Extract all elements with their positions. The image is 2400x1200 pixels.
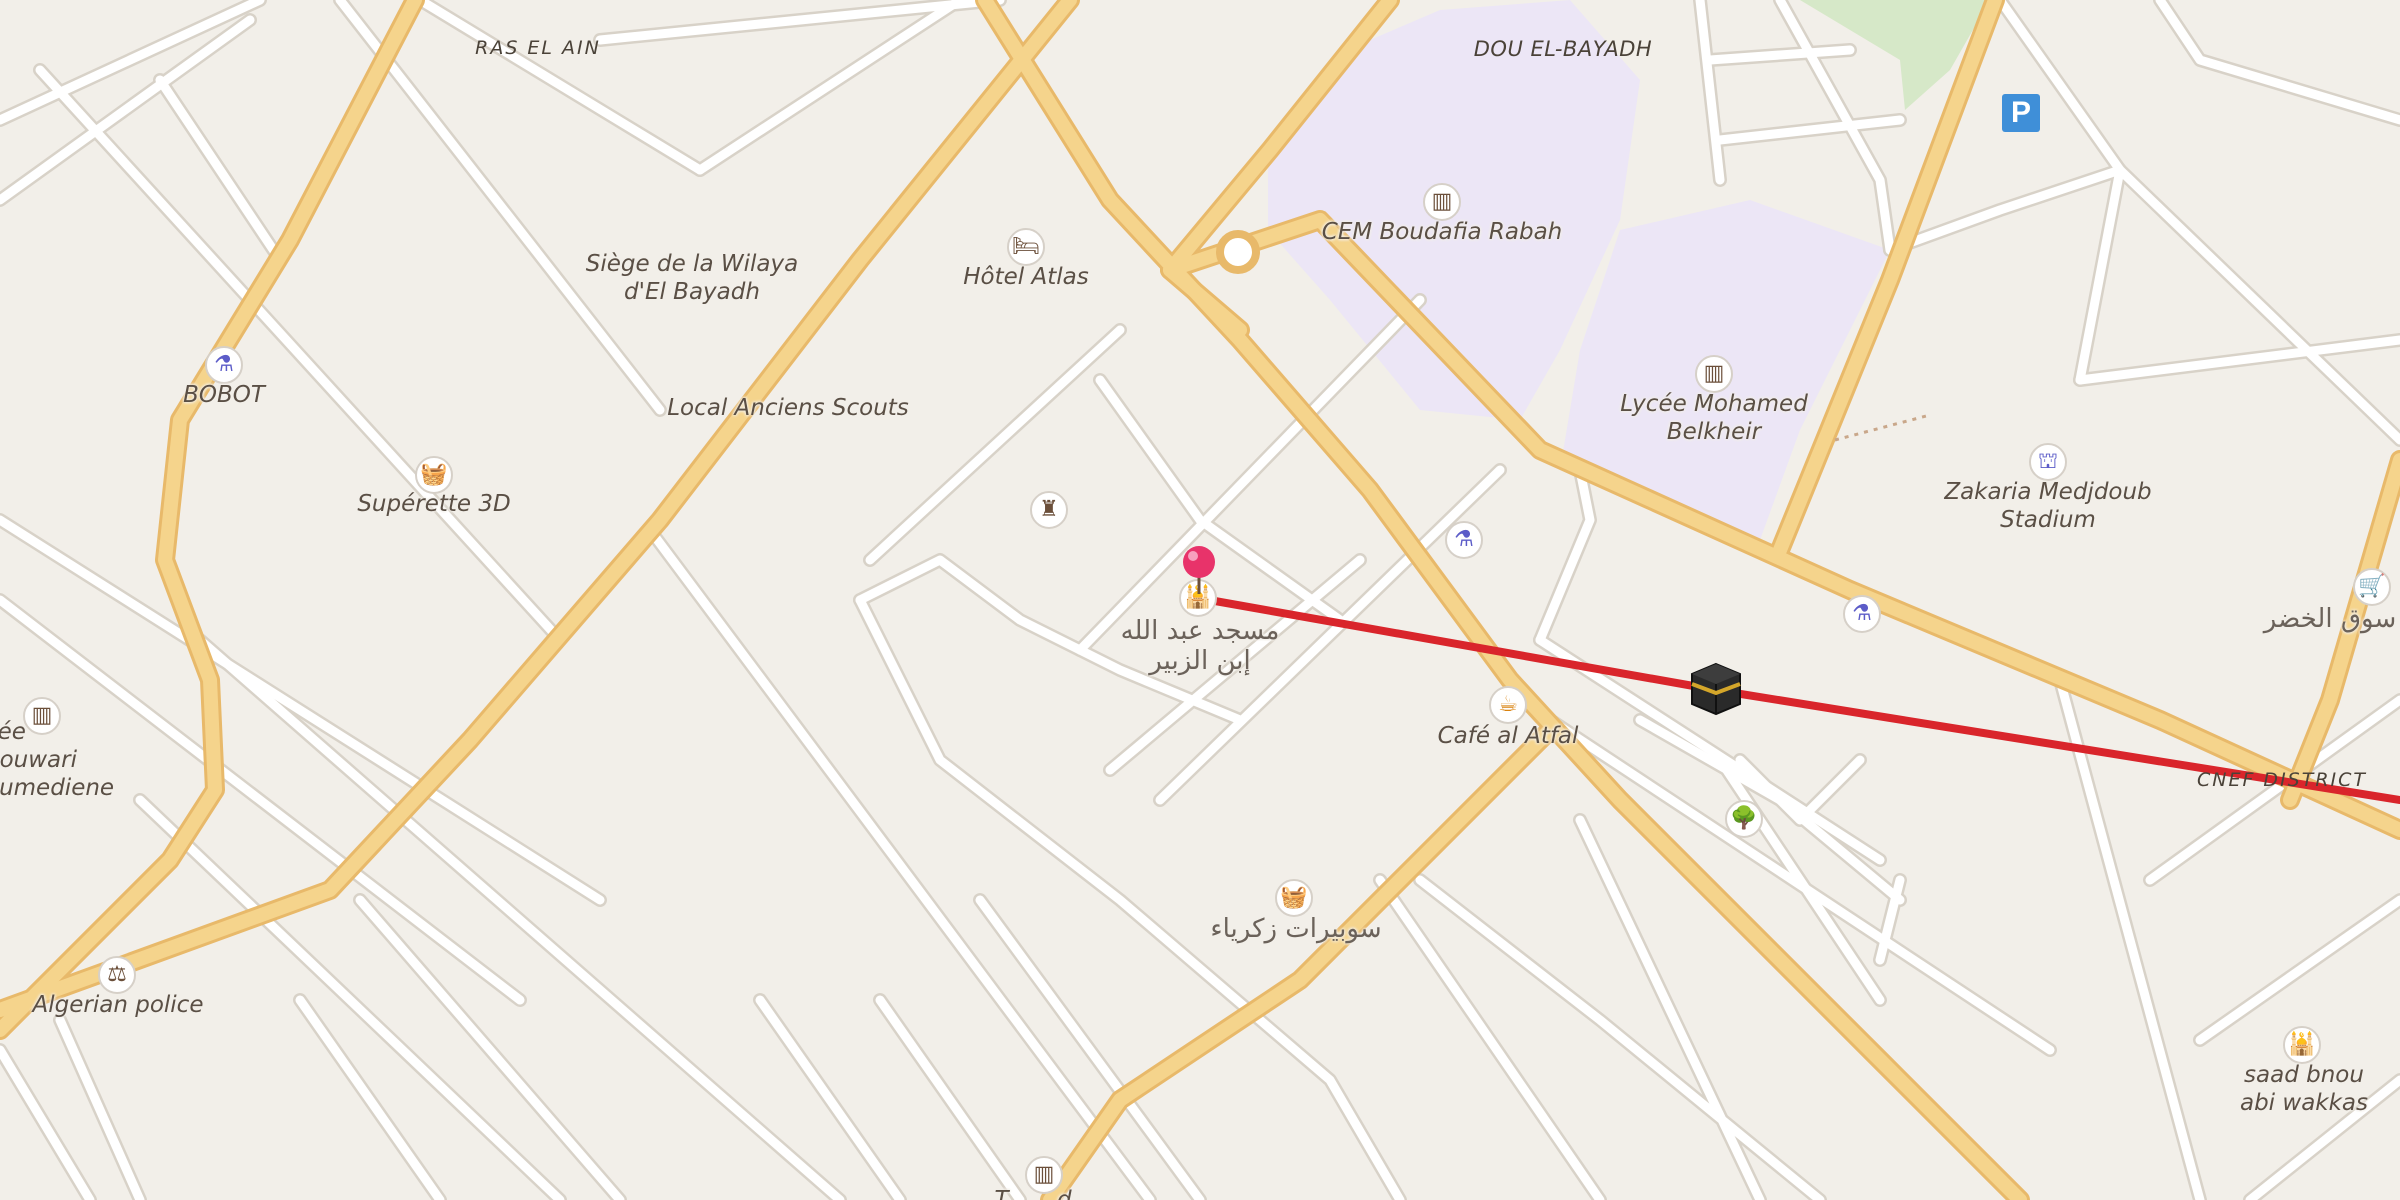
stadium-icon[interactable]: ⛫: [2029, 443, 2067, 481]
district-label-cnef: CNEF DISTRICT: [2196, 769, 2368, 791]
mosque-icon[interactable]: 🕌: [2283, 1026, 2321, 1064]
poi-label-police: Algerian police: [32, 992, 204, 1018]
cup-icon[interactable]: ☕: [1489, 686, 1527, 724]
poi-label-lycee-houari: cée houwari oumediene: [0, 719, 115, 801]
map-pin-icon[interactable]: [1180, 544, 1218, 594]
poi-label-lycee-belkheir: Lycée Mohamed Belkheir: [1620, 391, 1808, 445]
pharmacy-icon[interactable]: ⚗: [1445, 521, 1483, 559]
poi-label-cafe: Café al Atfal: [1437, 723, 1579, 749]
poi-label-mosque: مسجد عبد الله إبن الزبير: [1120, 616, 1280, 676]
bed-icon[interactable]: 🛏: [1007, 228, 1045, 266]
poi-label-cem: CEM Boudafia Rabah: [1321, 219, 1563, 245]
district-label-ras-el-ain: RAS EL AIN: [475, 37, 601, 59]
police-icon[interactable]: ⚖: [98, 956, 136, 994]
kaaba-icon[interactable]: [1688, 660, 1744, 716]
map-canvas[interactable]: RAS EL AIN DOU EL-BAYADH CNEF DISTRICT 🛏…: [0, 0, 2400, 1200]
parking-icon[interactable]: P: [2002, 94, 2040, 132]
basket-icon[interactable]: 🧺: [1275, 879, 1313, 917]
tree-icon[interactable]: 🌳: [1725, 800, 1763, 838]
poi-label-saad: saad bnou abi wakkas: [2239, 1062, 2369, 1116]
poi-label-stadium: Zakaria Medjdoub Stadium: [1944, 479, 2152, 533]
school-icon[interactable]: ▥: [1695, 355, 1733, 393]
poi-label-superette-zakaria: سوبيرات زكرياء: [1210, 914, 1382, 944]
footpath: [1834, 413, 1931, 442]
district-label-dou-el-bayadh: DOU EL-BAYADH: [1473, 37, 1653, 61]
basket-icon[interactable]: 🧺: [415, 456, 453, 494]
poi-label-wilaya: Siège de la Wilaya d'El Bayadh: [585, 251, 799, 305]
pharmacy-icon[interactable]: ⚗: [1843, 595, 1881, 633]
poi-label-bottom-partial: T... ...d...: [994, 1187, 1094, 1200]
town-hall-icon[interactable]: ♜: [1030, 491, 1068, 529]
pharmacy-icon[interactable]: ⚗: [205, 346, 243, 384]
school-icon[interactable]: ▥: [1423, 183, 1461, 221]
poi-label-hotel: Hôtel Atlas: [963, 264, 1089, 290]
poi-label-superette: Supérette 3D: [357, 491, 511, 517]
roundabout: [1216, 230, 1260, 274]
poi-label-bobot: BOBOT: [183, 382, 265, 408]
cart-icon[interactable]: 🛒: [2353, 568, 2391, 606]
poi-label-scouts: Local Anciens Scouts: [667, 395, 909, 421]
poi-label-souk: سوق الخضر: [2263, 604, 2397, 634]
